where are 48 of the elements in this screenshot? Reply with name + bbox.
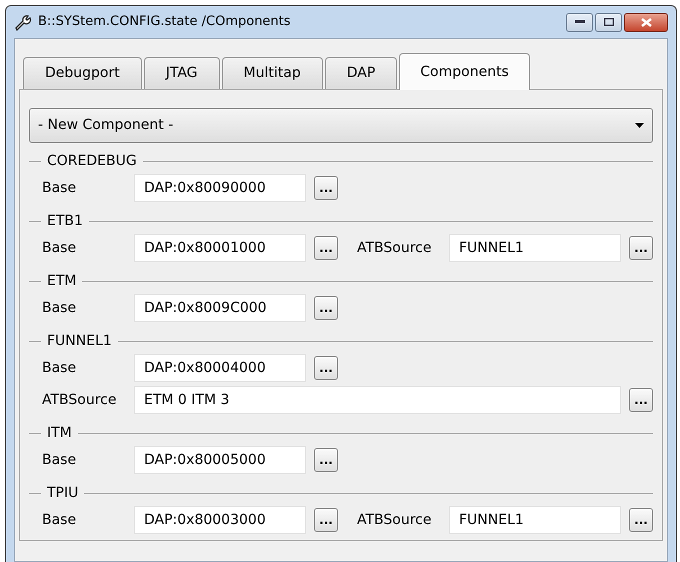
field-label: Base [42, 358, 78, 378]
group-title: ETM [47, 272, 76, 290]
component-dropdown[interactable]: - New Component - [29, 108, 653, 143]
tab[interactable]: Multitap [222, 57, 323, 89]
field-label: Base [42, 238, 78, 258]
wrench-icon [14, 13, 32, 31]
tab[interactable]: DAP [324, 57, 398, 89]
tab[interactable]: Components [399, 53, 530, 90]
input-field[interactable]: ETM 0 ITM 3 [134, 386, 621, 414]
field-label: ATBSource [357, 238, 432, 258]
tab[interactable]: JTAG [144, 57, 220, 89]
maximize-button[interactable] [595, 12, 622, 32]
tab[interactable]: Debugport [23, 57, 142, 89]
input-field[interactable]: DAP:0x8009C000 [134, 294, 306, 322]
input-field[interactable]: DAP:0x80003000 [134, 506, 306, 534]
field-label: Base [42, 450, 78, 470]
minimize-icon [574, 20, 584, 24]
browse-button[interactable]: ... [314, 176, 338, 200]
browse-button[interactable]: ... [629, 388, 653, 412]
input-field[interactable]: DAP:0x80005000 [134, 446, 306, 474]
dropdown-arrow-icon [635, 123, 644, 128]
browse-button[interactable]: ... [314, 508, 338, 532]
group-title: ETB1 [47, 212, 83, 230]
browse-button[interactable]: ... [314, 356, 338, 380]
group-title: ITM [47, 424, 72, 442]
browse-button[interactable]: ... [314, 448, 338, 472]
maximize-icon [604, 18, 614, 26]
browse-button[interactable]: ... [314, 236, 338, 260]
group-title: FUNNEL1 [47, 332, 112, 350]
close-icon [640, 18, 652, 26]
close-button[interactable] [624, 12, 668, 32]
field-label: Base [42, 178, 78, 198]
group-title: COREDEBUG [47, 152, 137, 170]
browse-button[interactable]: ... [314, 296, 338, 320]
input-field[interactable]: DAP:0x80004000 [134, 354, 306, 382]
window-title: B::SYStem.CONFIG.state /COmponents [38, 13, 291, 32]
minimize-button[interactable] [566, 12, 593, 32]
input-field[interactable]: FUNNEL1 [449, 234, 621, 262]
input-field[interactable]: FUNNEL1 [449, 506, 621, 534]
field-label: Base [42, 298, 78, 318]
browse-button[interactable]: ... [629, 236, 653, 260]
field-label: ATBSource [357, 510, 432, 530]
browse-button[interactable]: ... [629, 508, 653, 532]
field-label: ATBSource [42, 390, 118, 410]
field-label: Base [42, 510, 78, 530]
input-field[interactable]: DAP:0x80001000 [134, 234, 306, 262]
input-field[interactable]: DAP:0x80090000 [134, 174, 306, 202]
group-title: TPIU [47, 484, 78, 502]
